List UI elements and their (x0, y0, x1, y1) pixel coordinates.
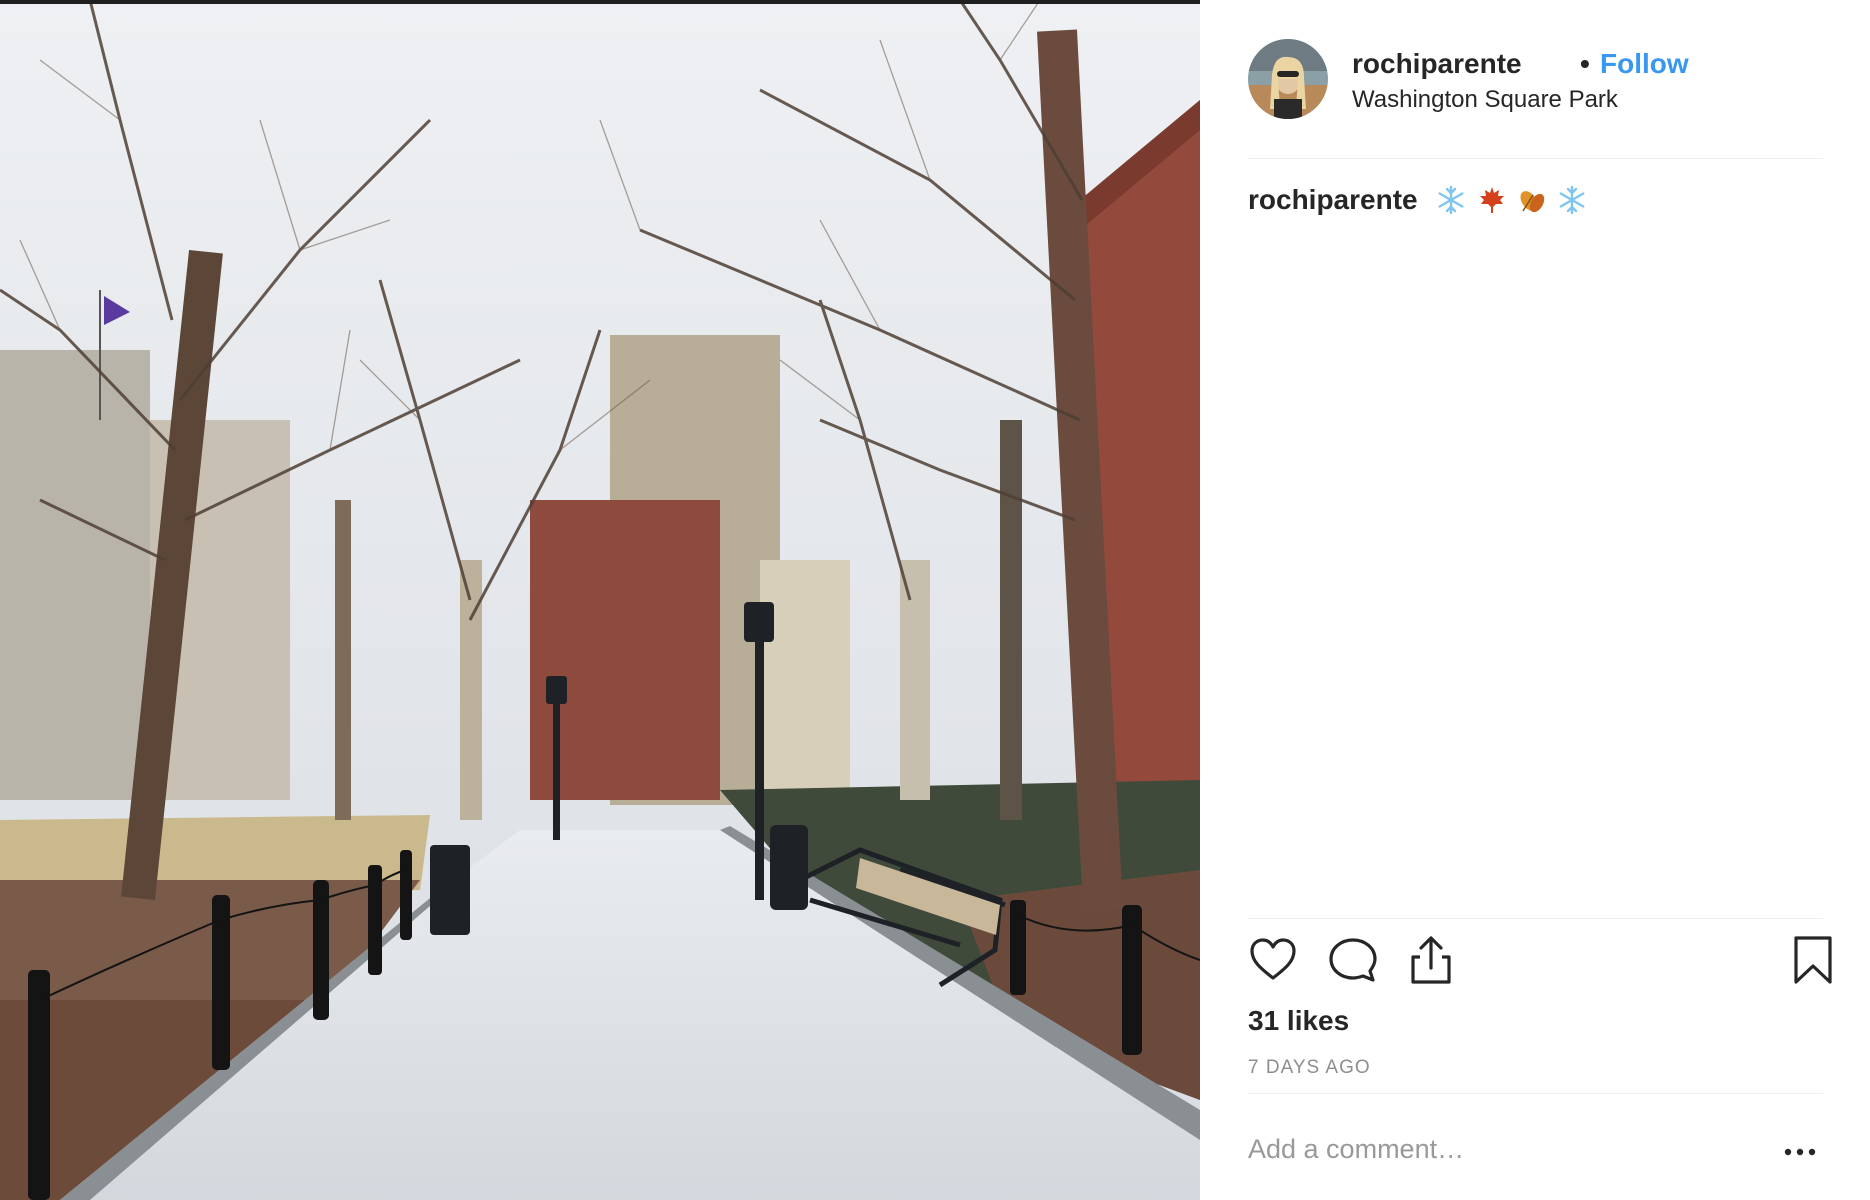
caption: rochiparente (1248, 184, 1587, 224)
bookmark-icon (1794, 936, 1832, 984)
post-header: rochiparente • Follow Washington Square … (1248, 38, 1823, 120)
follow-button[interactable]: Follow (1600, 48, 1689, 80)
comment-divider (1248, 1093, 1823, 1094)
snowflake-emoji-icon (1438, 185, 1464, 215)
avatar-image (1248, 39, 1328, 119)
like-count[interactable]: 31 likes (1248, 1005, 1349, 1037)
heart-icon (1250, 938, 1296, 980)
caption-username[interactable]: rochiparente (1248, 184, 1418, 215)
post-photo[interactable] (0, 0, 1200, 1200)
username[interactable]: rochiparente (1352, 48, 1522, 80)
snowflake-emoji-icon (1559, 185, 1585, 215)
more-options-button[interactable] (1780, 1140, 1820, 1164)
action-bar (1248, 935, 1832, 985)
share-icon (1411, 936, 1451, 984)
like-button[interactable] (1248, 935, 1298, 985)
post-timestamp: 7 DAYS AGO (1248, 1057, 1371, 1078)
maple-leaf-emoji-icon (1479, 187, 1504, 213)
save-button[interactable] (1788, 935, 1838, 985)
username-separator: • (1580, 48, 1590, 79)
avatar[interactable] (1248, 39, 1328, 119)
comment-button[interactable] (1328, 935, 1378, 985)
post-side-panel: rochiparente • Follow Washington Square … (1200, 0, 1870, 1200)
actions-divider (1248, 918, 1823, 919)
park-photo-image (0, 0, 1200, 1200)
comment-input[interactable] (1248, 1132, 1728, 1166)
comment-bubble-icon (1329, 938, 1377, 982)
more-options-icon (1784, 1148, 1816, 1156)
photo-top-strip (0, 0, 1200, 4)
header-divider (1248, 158, 1823, 159)
share-button[interactable] (1406, 935, 1456, 985)
location-link[interactable]: Washington Square Park (1352, 86, 1618, 114)
fallen-leaves-emoji-icon (1520, 191, 1545, 213)
